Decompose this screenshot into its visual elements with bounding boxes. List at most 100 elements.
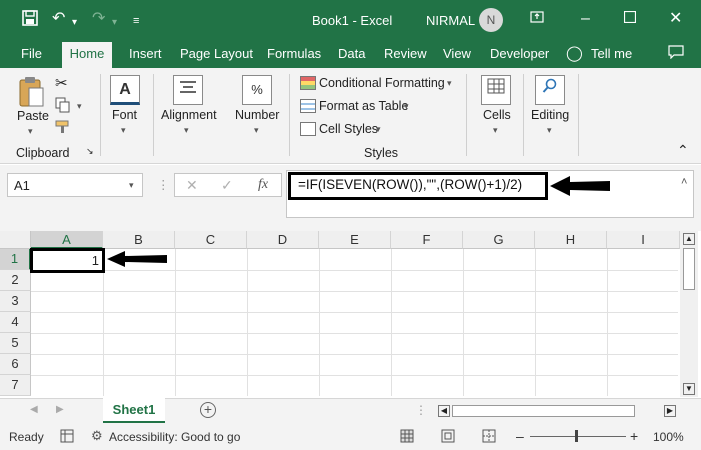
undo-dropdown-icon[interactable]: ▾: [72, 14, 77, 32]
scroll-up-icon[interactable]: ▲: [683, 233, 695, 245]
tab-splitter[interactable]: ⋮: [415, 403, 427, 417]
row-header-1[interactable]: 1: [0, 249, 31, 270]
name-box[interactable]: A1: [7, 173, 143, 197]
cells-button[interactable]: Cells: [483, 108, 511, 122]
collapse-ribbon-icon[interactable]: ⌃: [677, 142, 689, 159]
hscroll-right-icon[interactable]: ▶: [664, 405, 676, 417]
zoom-level[interactable]: 100%: [653, 430, 684, 444]
conditional-formatting-button[interactable]: Conditional Formatting: [319, 76, 445, 90]
vertical-scrollbar[interactable]: ▲ ▼: [680, 231, 698, 397]
tab-data[interactable]: Data: [338, 46, 365, 61]
editing-button[interactable]: Editing: [531, 108, 569, 122]
tab-insert[interactable]: Insert: [129, 46, 162, 61]
row-header-5[interactable]: 5: [0, 333, 31, 354]
font-icon[interactable]: A: [110, 75, 140, 105]
maximize-icon[interactable]: [623, 10, 637, 28]
tab-view[interactable]: View: [443, 46, 471, 61]
hscroll-left-icon[interactable]: ◀: [438, 405, 450, 417]
page-break-view-icon[interactable]: [482, 429, 496, 446]
accessibility-status[interactable]: Accessibility: Good to go: [109, 430, 240, 444]
avatar[interactable]: N: [479, 8, 503, 32]
editing-dropdown-icon[interactable]: ▾: [547, 125, 552, 136]
zoom-slider-thumb[interactable]: [575, 430, 578, 442]
column-header-b[interactable]: B: [103, 231, 175, 249]
tab-page-layout[interactable]: Page Layout: [180, 46, 253, 61]
close-icon[interactable]: ✕: [669, 10, 682, 28]
column-header-e[interactable]: E: [319, 231, 391, 249]
scroll-thumb[interactable]: [683, 248, 695, 290]
column-header-g[interactable]: G: [463, 231, 535, 249]
expand-formula-bar-icon[interactable]: ˄: [681, 176, 687, 188]
insert-function-icon[interactable]: fx: [258, 177, 268, 193]
paste-button[interactable]: Paste: [17, 109, 49, 123]
row-header-6[interactable]: 6: [0, 354, 31, 375]
cell-styles-icon[interactable]: [300, 122, 316, 136]
row-header-7[interactable]: 7: [0, 375, 31, 396]
lightbulb-icon[interactable]: ◯: [566, 44, 583, 62]
zoom-out-icon[interactable]: –: [516, 428, 524, 444]
row-header-3[interactable]: 3: [0, 291, 31, 312]
sheet-tab-sheet1[interactable]: Sheet1: [103, 398, 165, 423]
percent-icon[interactable]: %: [242, 75, 272, 105]
ribbon-display-options-icon[interactable]: [530, 10, 544, 29]
tab-developer[interactable]: Developer: [490, 46, 549, 61]
accessibility-icon[interactable]: ⚙: [91, 428, 103, 444]
cells-icon[interactable]: [481, 75, 511, 105]
column-header-c[interactable]: C: [175, 231, 247, 249]
paste-icon[interactable]: [16, 76, 46, 107]
save-icon[interactable]: [22, 10, 38, 31]
row-header-4[interactable]: 4: [0, 312, 31, 333]
paste-dropdown-icon[interactable]: ▾: [28, 126, 33, 137]
normal-view-icon[interactable]: [400, 429, 414, 446]
tab-file[interactable]: File: [21, 46, 42, 61]
active-cell-a1[interactable]: [30, 248, 105, 273]
add-sheet-icon[interactable]: +: [200, 402, 216, 418]
prev-sheet-icon[interactable]: ◀: [30, 404, 38, 415]
column-header-h[interactable]: H: [535, 231, 607, 249]
column-header-d[interactable]: D: [247, 231, 319, 249]
next-sheet-icon[interactable]: ▶: [56, 404, 64, 415]
minimize-icon[interactable]: –: [581, 10, 590, 28]
conditional-formatting-dropdown-icon[interactable]: ▾: [447, 78, 452, 89]
customize-toolbar-icon[interactable]: ≡: [133, 12, 139, 30]
alignment-button[interactable]: Alignment: [161, 108, 217, 122]
alignment-dropdown-icon[interactable]: ▾: [184, 125, 189, 136]
clipboard-launcher-icon[interactable]: ↘: [86, 146, 94, 157]
editing-search-icon[interactable]: [535, 75, 565, 105]
horizontal-scrollbar[interactable]: [452, 405, 635, 417]
undo-icon[interactable]: ↶: [52, 10, 65, 28]
column-header-a[interactable]: A: [31, 231, 103, 249]
cancel-icon[interactable]: ✕: [186, 177, 198, 194]
tab-home[interactable]: Home: [62, 42, 112, 68]
cells-dropdown-icon[interactable]: ▾: [493, 125, 498, 136]
format-as-table-icon[interactable]: [300, 99, 316, 113]
redo-icon[interactable]: ↷: [92, 10, 105, 28]
row-header-2[interactable]: 2: [0, 270, 31, 291]
cell-styles-button[interactable]: Cell Styles: [319, 122, 378, 136]
comments-icon[interactable]: [668, 45, 684, 62]
enter-icon[interactable]: ✓: [221, 177, 233, 194]
select-all-corner[interactable]: [0, 231, 31, 249]
font-dropdown-icon[interactable]: ▾: [121, 125, 126, 136]
copy-icon[interactable]: [55, 97, 71, 116]
cut-icon[interactable]: ✂: [55, 74, 68, 92]
column-header-i[interactable]: I: [607, 231, 680, 249]
format-painter-icon[interactable]: [55, 120, 71, 137]
tell-me-search[interactable]: Tell me: [591, 46, 632, 61]
tab-review[interactable]: Review: [384, 46, 427, 61]
zoom-slider-track[interactable]: [530, 436, 626, 437]
column-header-f[interactable]: F: [391, 231, 463, 249]
page-layout-view-icon[interactable]: [441, 429, 455, 446]
number-dropdown-icon[interactable]: ▾: [254, 125, 259, 136]
tab-formulas[interactable]: Formulas: [267, 46, 321, 61]
format-as-table-button[interactable]: Format as Table: [319, 99, 408, 113]
name-box-dropdown-icon[interactable]: ▾: [129, 180, 134, 191]
number-button[interactable]: Number: [235, 108, 279, 122]
alignment-icon[interactable]: [173, 75, 203, 105]
redo-dropdown-icon[interactable]: ▾: [112, 14, 117, 32]
zoom-in-icon[interactable]: +: [630, 428, 638, 444]
font-button[interactable]: Font: [112, 108, 137, 122]
conditional-formatting-icon[interactable]: [300, 76, 316, 90]
cell-styles-dropdown-icon[interactable]: ▾: [376, 124, 381, 135]
scroll-down-icon[interactable]: ▼: [683, 383, 695, 395]
